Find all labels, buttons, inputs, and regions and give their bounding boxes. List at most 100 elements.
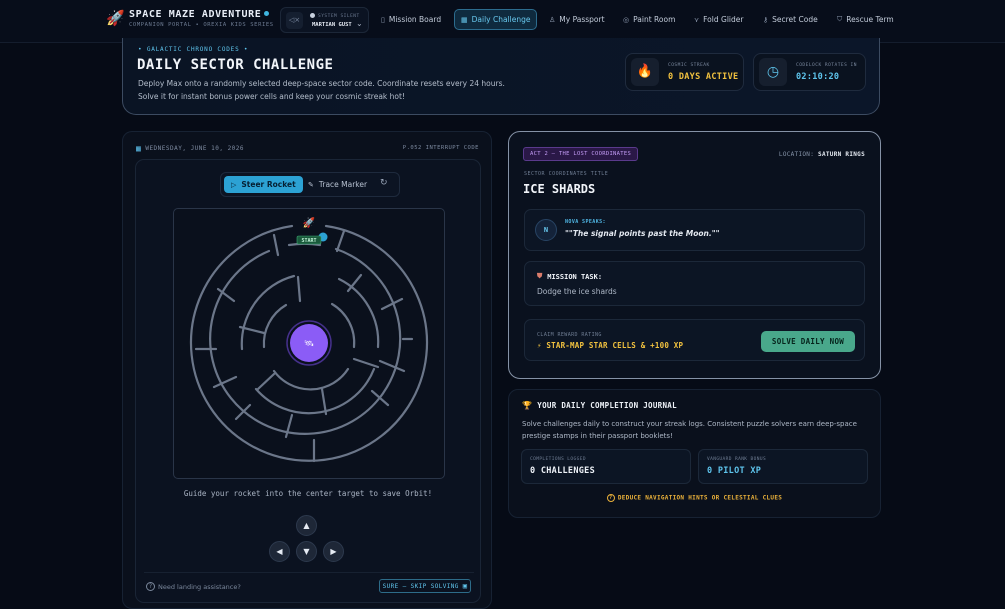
nav-my-passport[interactable]: ♙ My Passport xyxy=(543,9,611,30)
sound-track-value: MARTIAN GUST xyxy=(312,22,352,28)
steer-label: Steer Rocket xyxy=(241,180,296,189)
nav-label: Rescue Term xyxy=(846,15,894,24)
reward-value: ⚡ STAR-MAP STAR CELLS & +100 XP xyxy=(537,341,684,350)
rotation-timer: ◷ CODELOCK ROTATES IN 02:10:20 xyxy=(753,53,866,91)
help-link[interactable]: ? Need landing assistance? xyxy=(146,582,241,591)
challenge-date: WEDNESDAY, JUNE 10, 2026 xyxy=(145,145,245,152)
chevron-down-icon[interactable]: ⌄ xyxy=(356,19,363,28)
completion-journal: 🏆 YOUR DAILY COMPLETION JOURNAL Solve cha… xyxy=(508,389,881,518)
steer-rocket-button[interactable]: ▷ Steer Rocket xyxy=(224,176,303,193)
circular-maze: 🛰 🚀 START xyxy=(189,216,429,463)
nav-label: Secret Code xyxy=(772,15,818,24)
avatar: N xyxy=(535,219,557,241)
location-value: SATURN RINGS xyxy=(818,151,865,158)
nova-quote: ""The signal points past the Moon."" xyxy=(565,229,720,238)
streak-value: 0 DAYS ACTIVE xyxy=(668,72,739,82)
arrow-right-button[interactable]: ▶ xyxy=(323,541,344,562)
glider-icon: ⋎ xyxy=(694,15,700,24)
status-dot-icon xyxy=(264,11,270,16)
brand[interactable]: 🚀 SPACE MAZE ADVENTURE COMPANION PORTAL … xyxy=(106,9,274,28)
nav-label: My Passport xyxy=(559,15,605,24)
header-description: Deploy Max onto a randomly selected deep… xyxy=(138,79,505,101)
rank-stat: VANGUARD RANK BONUS 0 PILOT XP xyxy=(698,449,868,484)
divider xyxy=(144,572,474,573)
location-label: LOCATION: xyxy=(778,151,815,158)
nav-label: Fold Glider xyxy=(703,15,744,24)
mission-task: ⛊ MISSION TASK: Dodge the ice shards xyxy=(524,261,865,306)
brand-title: SPACE MAZE ADVENTURE xyxy=(129,9,262,20)
shield-check-icon: ⛉ xyxy=(837,15,843,23)
arrow-up-button[interactable]: ▲ xyxy=(296,515,317,536)
page-title: DAILY SECTOR CHALLENGE xyxy=(137,57,334,73)
calendar-icon: ▦ xyxy=(461,15,468,24)
nav-paint-room[interactable]: ◎ Paint Room xyxy=(617,9,681,30)
nav-fold-glider[interactable]: ⋎ Fold Glider xyxy=(688,9,749,30)
streak-stat: 🔥 COSMIC STREAK 0 DAYS ACTIVE xyxy=(625,53,744,91)
timer-value: 02:10:20 xyxy=(796,72,840,82)
nav-daily-challenge[interactable]: ▦ Daily Challenge xyxy=(454,9,538,30)
top-nav-bar: 🚀 SPACE MAZE ADVENTURE COMPANION PORTAL … xyxy=(0,0,1005,43)
arrow-left-button[interactable]: ◀ xyxy=(269,541,290,562)
sector-title: ICE SHARDS xyxy=(523,182,596,196)
svg-text:🚀: 🚀 xyxy=(303,216,316,229)
reward-label: CLAIM REWARD RATING xyxy=(537,332,602,338)
sector-label: SECTOR COORDINATES TITLE xyxy=(524,171,609,177)
flame-icon: 🔥 xyxy=(631,58,659,86)
sound-status-label: SYSTEM SILENT xyxy=(310,13,360,19)
svg-text:🛰: 🛰 xyxy=(304,339,314,348)
sound-selector[interactable]: ◁× SYSTEM SILENT MARTIAN GUST ⌄ xyxy=(280,7,369,33)
help-label: Need landing assistance? xyxy=(158,582,241,591)
rank-value: 0 PILOT XP xyxy=(707,466,762,476)
task-text: Dodge the ice shards xyxy=(537,287,617,296)
nav-secret-code[interactable]: ⚷ Secret Code xyxy=(757,9,824,30)
start-label: START xyxy=(301,238,316,244)
maze-panel: ▦ WEDNESDAY, JUNE 10, 2026 P.052 INTERRUP… xyxy=(122,131,492,609)
skip-solving-button[interactable]: SURE – SKIP SOLVING ▣ xyxy=(379,579,471,593)
nav-label: Mission Board xyxy=(388,15,442,24)
shield-icon: ⛊ xyxy=(537,272,543,280)
nova-message: N NOVA SPEAKS: ""The signal points past … xyxy=(524,209,865,251)
trophy-icon: 🏆 xyxy=(522,401,533,410)
question-icon: ? xyxy=(146,582,155,591)
speaker-mute-icon[interactable]: ◁× xyxy=(286,12,303,29)
maze-canvas[interactable]: 🛰 🚀 START xyxy=(173,208,445,479)
user-icon: ♙ xyxy=(549,15,556,24)
maze-caption: Guide your rocket into the center target… xyxy=(183,489,433,498)
key-icon: ⚷ xyxy=(763,15,769,24)
skip-label: SURE – SKIP SOLVING xyxy=(382,582,459,590)
image-icon: ▣ xyxy=(462,582,468,590)
pencil-icon: ✎ xyxy=(308,180,314,189)
book-icon: ▯ xyxy=(381,15,385,24)
nav-rescue-term[interactable]: ⛉ Rescue Term xyxy=(831,9,900,30)
location: LOCATION: SATURN RINGS xyxy=(779,151,865,158)
palette-icon: ◎ xyxy=(623,15,630,24)
calendar-icon: ▦ xyxy=(136,144,142,153)
rocket-icon: 🚀 xyxy=(106,9,125,27)
reset-icon[interactable]: ↻ xyxy=(380,178,388,188)
task-label: MISSION TASK: xyxy=(547,272,603,281)
journal-title: YOUR DAILY COMPLETION JOURNAL xyxy=(537,401,677,410)
trace-marker-button[interactable]: ✎ Trace Marker xyxy=(301,176,374,193)
reward-panel: CLAIM REWARD RATING ⚡ STAR-MAP STAR CELL… xyxy=(524,319,865,361)
act-badge: ACT 2 – THE LOST COORDINATES xyxy=(523,147,639,161)
completions-stat: COMPLETIONS LOGGED 0 CHALLENGES xyxy=(521,449,691,484)
timer-label: CODELOCK ROTATES IN xyxy=(796,63,857,68)
maze-toolbar: ▷ Steer Rocket ✎ Trace Marker ↻ xyxy=(220,172,400,197)
completions-label: COMPLETIONS LOGGED xyxy=(530,457,586,462)
nav-label: Daily Challenge xyxy=(471,15,531,24)
nav-mission-board[interactable]: ▯ Mission Board xyxy=(375,9,447,30)
arrow-down-button[interactable]: ▼ xyxy=(296,541,317,562)
interrupt-code: P.052 INTERRUPT CODE xyxy=(402,145,479,151)
story-card: ACT 2 – THE LOST COORDINATES LOCATION: S… xyxy=(508,131,881,379)
rank-label: VANGUARD RANK BONUS xyxy=(707,457,767,462)
journal-description: Solve challenges daily to construct your… xyxy=(522,420,857,440)
solve-daily-button[interactable]: SOLVE DAILY NOW xyxy=(761,331,855,352)
nav-label: Paint Room xyxy=(633,15,676,24)
hint-link[interactable]: ? DEDUCE NAVIGATION HINTS OR CELESTIAL CL… xyxy=(509,494,880,502)
brand-subtitle: COMPANION PORTAL • OREXIA KIDS SERIES xyxy=(129,22,274,28)
question-icon: ? xyxy=(606,494,615,502)
completions-value: 0 CHALLENGES xyxy=(530,466,596,476)
header-eyebrow: • GALACTIC CHRONO CODES • xyxy=(138,46,249,53)
maze-board: ▷ Steer Rocket ✎ Trace Marker ↻ 🛰 🚀 STAR… xyxy=(135,159,481,603)
clock-icon: ◷ xyxy=(759,58,787,86)
